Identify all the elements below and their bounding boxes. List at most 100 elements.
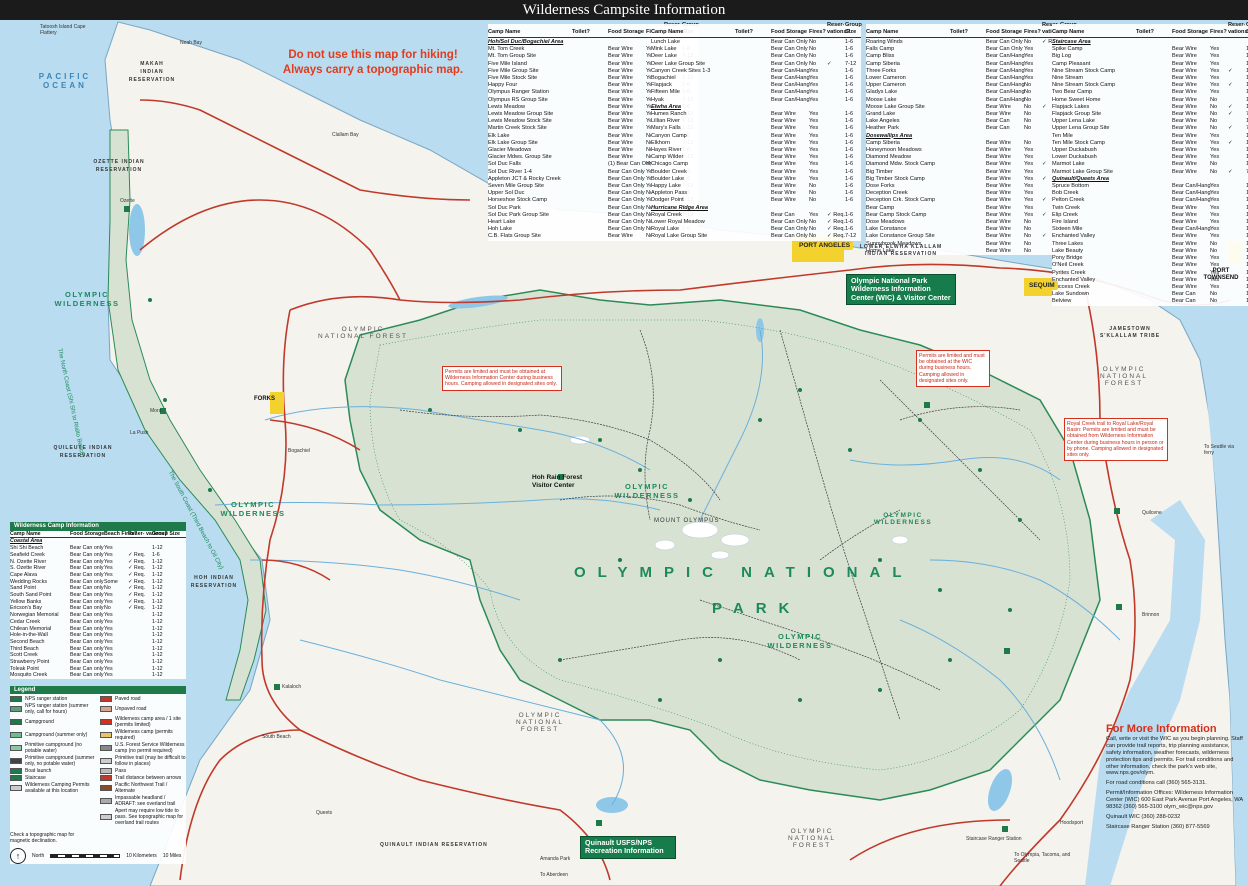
table-cell: Yes (809, 82, 819, 89)
wic-callout[interactable]: Olympic National Park Wilderness Informa… (846, 274, 956, 306)
table-row: Lunch Lake Bear Can Only No 1-6 (651, 39, 861, 46)
table-row: Honeymoon MeadowsBear WireYes1-12 (866, 147, 1076, 154)
olympic-wilderness-center-label: OLYMPIC WILDERNESS (767, 632, 833, 650)
table-cell: 1-12 (152, 558, 163, 565)
table-cell: Success Creek (1052, 283, 1090, 290)
table-cell: No (1024, 219, 1032, 226)
campsite-table-3: Camp Name Toilet? Food Storage Fires? Reser-… (866, 22, 1077, 256)
table-row: Bear CampBear WireYes1-12 (866, 205, 1076, 212)
table-cell: Chilean Memorial (10, 625, 52, 632)
header-cell: Food Storage (608, 28, 645, 35)
toilet-cell (735, 111, 771, 118)
table-cell: Bear Can Only (771, 219, 808, 226)
table-cell (827, 82, 845, 89)
table-cell: Yes (1210, 75, 1220, 82)
table-cell: No (1024, 247, 1032, 254)
to-olympia-label: To Olympia, Tacoma, and Seattle (1014, 852, 1071, 864)
table-cell: Bear Wire (771, 147, 796, 154)
toilet-cell (950, 190, 986, 197)
table-cell: Bear Wire (986, 233, 1011, 240)
table-cell: Yes (104, 625, 113, 632)
table-row: Grand LakeBear WireNo1-12 (866, 111, 1076, 118)
legend-item: Impassable headland / ADRAFT: see overla… (100, 795, 186, 807)
legend-label: Wilderness camp (permits required) (115, 729, 173, 741)
table-cell: Olympus Ranger Station (488, 89, 549, 96)
table-cell (128, 626, 152, 633)
table-cell (827, 147, 845, 154)
more-info-p5: Staircase Ranger Station (360) 877-5569 (1106, 823, 1210, 830)
table-cell: 1-6 (845, 161, 854, 168)
table-row: Bear Camp Stock CampBear WireYes✓1-12 (866, 212, 1076, 219)
table-cell: Bear Can (1172, 291, 1196, 298)
table-row: Big TimberBear WireYes1-12 (866, 169, 1076, 176)
table-cell (827, 190, 845, 197)
table-cell: No (1024, 139, 1032, 146)
table-row: Cedar Creek Bear Can only Yes 1-12 (10, 619, 186, 626)
table-cell: Lower Cameron (866, 75, 906, 82)
table-row: Lower CameronBear Can/HangYes1-12 (866, 75, 1076, 82)
table-cell: 1-6 (845, 46, 854, 53)
legend-swatch (100, 745, 112, 751)
legend-item: Wilderness camp area / 1 site (permits l… (100, 716, 186, 728)
toilet-cell (572, 205, 608, 212)
table-cell: Sand Point (10, 585, 36, 592)
table-cell: Yes (809, 154, 819, 161)
table-cell: Yes (809, 211, 819, 218)
header-cell: Fires? (1024, 28, 1041, 35)
table-cell: Sol Duc Park (488, 204, 521, 211)
toilet-cell (1136, 140, 1172, 147)
table-row: Chicago Camp Bear Wire Yes 1-6 (651, 161, 861, 168)
table-cell: Bear Can Only (771, 53, 808, 60)
quileute-reservation-label: QUILEUTE INDIAN RESERVATION (53, 445, 113, 459)
toilet-cell (1136, 190, 1172, 197)
table-cell: Yes (1210, 139, 1220, 146)
table-row: Flapjack LakesBear WireNo✓1-12 (1052, 104, 1248, 111)
table-cell: Yes (1210, 183, 1220, 190)
header-camp: Camp Name (10, 530, 41, 537)
table-row: Enchanted ValleyBear WireYes1-12 (1052, 233, 1248, 240)
legend-item: Primitive campground (summer only, no po… (10, 755, 96, 767)
table-cell: Yes (809, 89, 819, 96)
table-cell: Spike Camp (1052, 46, 1083, 53)
toilet-cell (1136, 75, 1172, 82)
toilet-cell (1136, 118, 1172, 125)
table-row: Lake BeautyBear WireNo1-12 (1052, 248, 1248, 255)
table-cell (1228, 61, 1246, 68)
table-cell: Bear Can only (70, 585, 104, 592)
table-cell (1228, 97, 1246, 104)
table-cell: Royal Creek (651, 211, 682, 218)
table-cell: Yes (809, 67, 819, 74)
toilet-cell (572, 46, 608, 53)
table-cell: Yes (1210, 132, 1220, 139)
campsite-table-header: Camp NameToilet?Food StorageFires?Reser-… (866, 22, 1077, 38)
table-row: Appleton Pass Bear Wire No 1-6 (651, 190, 861, 197)
quinault-callout[interactable]: Quinault USFS/NPS Recreation Information (580, 836, 676, 859)
table-cell (1228, 75, 1246, 82)
table-cell (1228, 154, 1246, 161)
south-beach-label: South Beach (262, 734, 291, 740)
table-cell (827, 97, 845, 104)
table-cell: Bear Wire (608, 103, 633, 110)
table-cell: Bear Wire (608, 60, 633, 67)
table-cell (1228, 133, 1246, 140)
coastal-table-title: Wilderness Camp Information (10, 522, 186, 531)
queets-label: Queets (316, 810, 333, 816)
toilet-cell (572, 82, 608, 89)
toilet-cell (735, 133, 771, 140)
table-cell (1228, 118, 1246, 125)
table-cell (827, 125, 845, 132)
hoh-visitor-center-label: Hoh Rain Forest Visitor Center (532, 474, 583, 489)
legend-swatch (100, 719, 112, 725)
table-cell: 1-12 (152, 632, 163, 639)
table-cell: No (1210, 298, 1218, 305)
header-cell: Group Size (845, 21, 862, 35)
table-cell: Upper Cameron (866, 82, 906, 89)
port-angeles-label: PORT ANGELES (796, 241, 854, 250)
table-cell (827, 154, 845, 161)
table-cell: Yes (104, 652, 113, 659)
table-row: Mosquito Creek Bear Can only Yes 1-12 (10, 672, 186, 679)
table-row: Royal Lake Bear Can Only No ✓ Req. 1-6 (651, 226, 861, 233)
table-cell: Yes (1024, 190, 1034, 197)
quilcene-label: Quilcene (1142, 510, 1162, 516)
table-cell: Yes (1210, 233, 1220, 240)
